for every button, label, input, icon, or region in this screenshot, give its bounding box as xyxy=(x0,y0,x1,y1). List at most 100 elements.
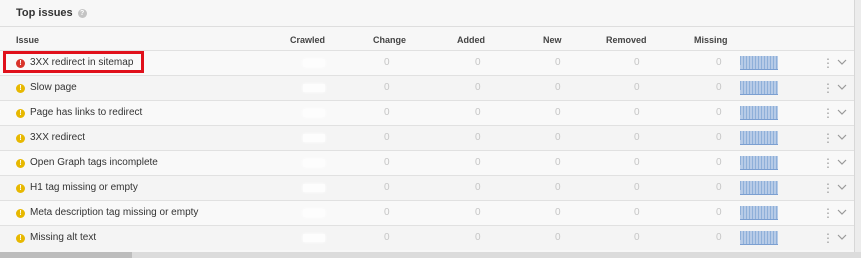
chevron-down-icon[interactable] xyxy=(837,157,847,167)
column-header-change[interactable]: Change xyxy=(373,35,406,45)
column-header-added[interactable]: Added xyxy=(457,35,485,45)
removed-value[interactable]: 0 xyxy=(634,182,640,193)
more-options-icon[interactable]: ⋮ xyxy=(822,231,834,245)
table-row[interactable]: ! 3XX redirect 0 0 0 0 0 ⋮ xyxy=(0,125,854,150)
missing-value[interactable]: 0 xyxy=(716,82,722,93)
added-value[interactable]: 0 xyxy=(475,157,481,168)
new-value[interactable]: 0 xyxy=(555,132,561,143)
removed-value[interactable]: 0 xyxy=(634,132,640,143)
more-options-icon[interactable]: ⋮ xyxy=(822,81,834,95)
missing-value[interactable]: 0 xyxy=(716,132,722,143)
trend-sparkline xyxy=(740,231,778,245)
column-header-issue[interactable]: Issue xyxy=(16,35,39,45)
chevron-down-icon[interactable] xyxy=(837,182,847,192)
crawled-value-redacted xyxy=(303,234,325,242)
column-header-missing[interactable]: Missing xyxy=(694,35,728,45)
crawled-value-redacted xyxy=(303,209,325,217)
added-value[interactable]: 0 xyxy=(475,82,481,93)
more-options-icon[interactable]: ⋮ xyxy=(822,181,834,195)
annotation-highlight-box xyxy=(3,51,144,73)
issue-label[interactable]: Missing alt text xyxy=(30,232,96,243)
column-header-new[interactable]: New xyxy=(543,35,562,45)
column-header-crawled[interactable]: Crawled xyxy=(290,35,325,45)
more-options-icon[interactable]: ⋮ xyxy=(822,206,834,220)
removed-value[interactable]: 0 xyxy=(634,82,640,93)
new-value[interactable]: 0 xyxy=(555,82,561,93)
added-value[interactable]: 0 xyxy=(475,132,481,143)
added-value[interactable]: 0 xyxy=(475,207,481,218)
new-value[interactable]: 0 xyxy=(555,182,561,193)
table-header: Issue Crawled Change Added New Removed M… xyxy=(0,27,854,50)
missing-value[interactable]: 0 xyxy=(716,232,722,243)
issue-label[interactable]: 3XX redirect xyxy=(30,132,85,143)
added-value[interactable]: 0 xyxy=(475,57,481,68)
new-value[interactable]: 0 xyxy=(555,207,561,218)
horizontal-scrollbar[interactable] xyxy=(0,252,861,258)
removed-value[interactable]: 0 xyxy=(634,207,640,218)
chevron-down-icon[interactable] xyxy=(837,82,847,92)
panel-title-text: Top issues xyxy=(16,7,73,19)
table-row[interactable]: ! H1 tag missing or empty 0 0 0 0 0 ⋮ xyxy=(0,175,854,200)
table-row[interactable]: ! Page has links to redirect 0 0 0 0 0 ⋮ xyxy=(0,100,854,125)
removed-value[interactable]: 0 xyxy=(634,107,640,118)
trend-sparkline xyxy=(740,156,778,170)
crawled-value-redacted xyxy=(303,109,325,117)
warning-icon: ! xyxy=(16,84,25,93)
top-issues-panel: Top issues ? Issue Crawled Change Added … xyxy=(0,0,855,258)
trend-sparkline xyxy=(740,106,778,120)
table-row[interactable]: ! Meta description tag missing or empty … xyxy=(0,200,854,225)
trend-sparkline xyxy=(740,81,778,95)
chevron-down-icon[interactable] xyxy=(837,207,847,217)
chevron-down-icon[interactable] xyxy=(837,57,847,67)
chevron-down-icon[interactable] xyxy=(837,232,847,242)
table-row[interactable]: ! Missing alt text 0 0 0 0 0 ⋮ xyxy=(0,225,854,250)
change-value[interactable]: 0 xyxy=(384,82,390,93)
change-value[interactable]: 0 xyxy=(384,182,390,193)
scrollbar-thumb[interactable] xyxy=(0,252,132,258)
missing-value[interactable]: 0 xyxy=(716,207,722,218)
chevron-down-icon[interactable] xyxy=(837,132,847,142)
column-header-removed[interactable]: Removed xyxy=(606,35,647,45)
issue-label[interactable]: Open Graph tags incomplete xyxy=(30,157,158,168)
more-options-icon[interactable]: ⋮ xyxy=(822,56,834,70)
question-icon[interactable]: ? xyxy=(77,8,87,18)
warning-icon: ! xyxy=(16,209,25,218)
change-value[interactable]: 0 xyxy=(384,157,390,168)
new-value[interactable]: 0 xyxy=(555,232,561,243)
removed-value[interactable]: 0 xyxy=(634,157,640,168)
change-value[interactable]: 0 xyxy=(384,132,390,143)
panel-title: Top issues ? xyxy=(16,7,87,19)
table-row[interactable]: ! Open Graph tags incomplete 0 0 0 0 0 ⋮ xyxy=(0,150,854,175)
trend-sparkline xyxy=(740,181,778,195)
missing-value[interactable]: 0 xyxy=(716,57,722,68)
more-options-icon[interactable]: ⋮ xyxy=(822,106,834,120)
added-value[interactable]: 0 xyxy=(475,107,481,118)
removed-value[interactable]: 0 xyxy=(634,57,640,68)
more-options-icon[interactable]: ⋮ xyxy=(822,156,834,170)
change-value[interactable]: 0 xyxy=(384,232,390,243)
more-options-icon[interactable]: ⋮ xyxy=(822,131,834,145)
warning-icon: ! xyxy=(16,184,25,193)
added-value[interactable]: 0 xyxy=(475,232,481,243)
removed-value[interactable]: 0 xyxy=(634,232,640,243)
issue-label[interactable]: Meta description tag missing or empty xyxy=(30,207,198,218)
table-row[interactable]: ! Slow page 0 0 0 0 0 ⋮ xyxy=(0,75,854,100)
change-value[interactable]: 0 xyxy=(384,107,390,118)
warning-icon: ! xyxy=(16,109,25,118)
warning-icon: ! xyxy=(16,134,25,143)
added-value[interactable]: 0 xyxy=(475,182,481,193)
missing-value[interactable]: 0 xyxy=(716,157,722,168)
issue-label[interactable]: H1 tag missing or empty xyxy=(30,182,138,193)
new-value[interactable]: 0 xyxy=(555,107,561,118)
new-value[interactable]: 0 xyxy=(555,57,561,68)
missing-value[interactable]: 0 xyxy=(716,107,722,118)
change-value[interactable]: 0 xyxy=(384,207,390,218)
new-value[interactable]: 0 xyxy=(555,157,561,168)
trend-sparkline xyxy=(740,56,778,70)
chevron-down-icon[interactable] xyxy=(837,107,847,117)
issue-label[interactable]: Page has links to redirect xyxy=(30,107,142,118)
crawled-value-redacted xyxy=(303,159,325,167)
missing-value[interactable]: 0 xyxy=(716,182,722,193)
change-value[interactable]: 0 xyxy=(384,57,390,68)
issue-label[interactable]: Slow page xyxy=(30,82,77,93)
